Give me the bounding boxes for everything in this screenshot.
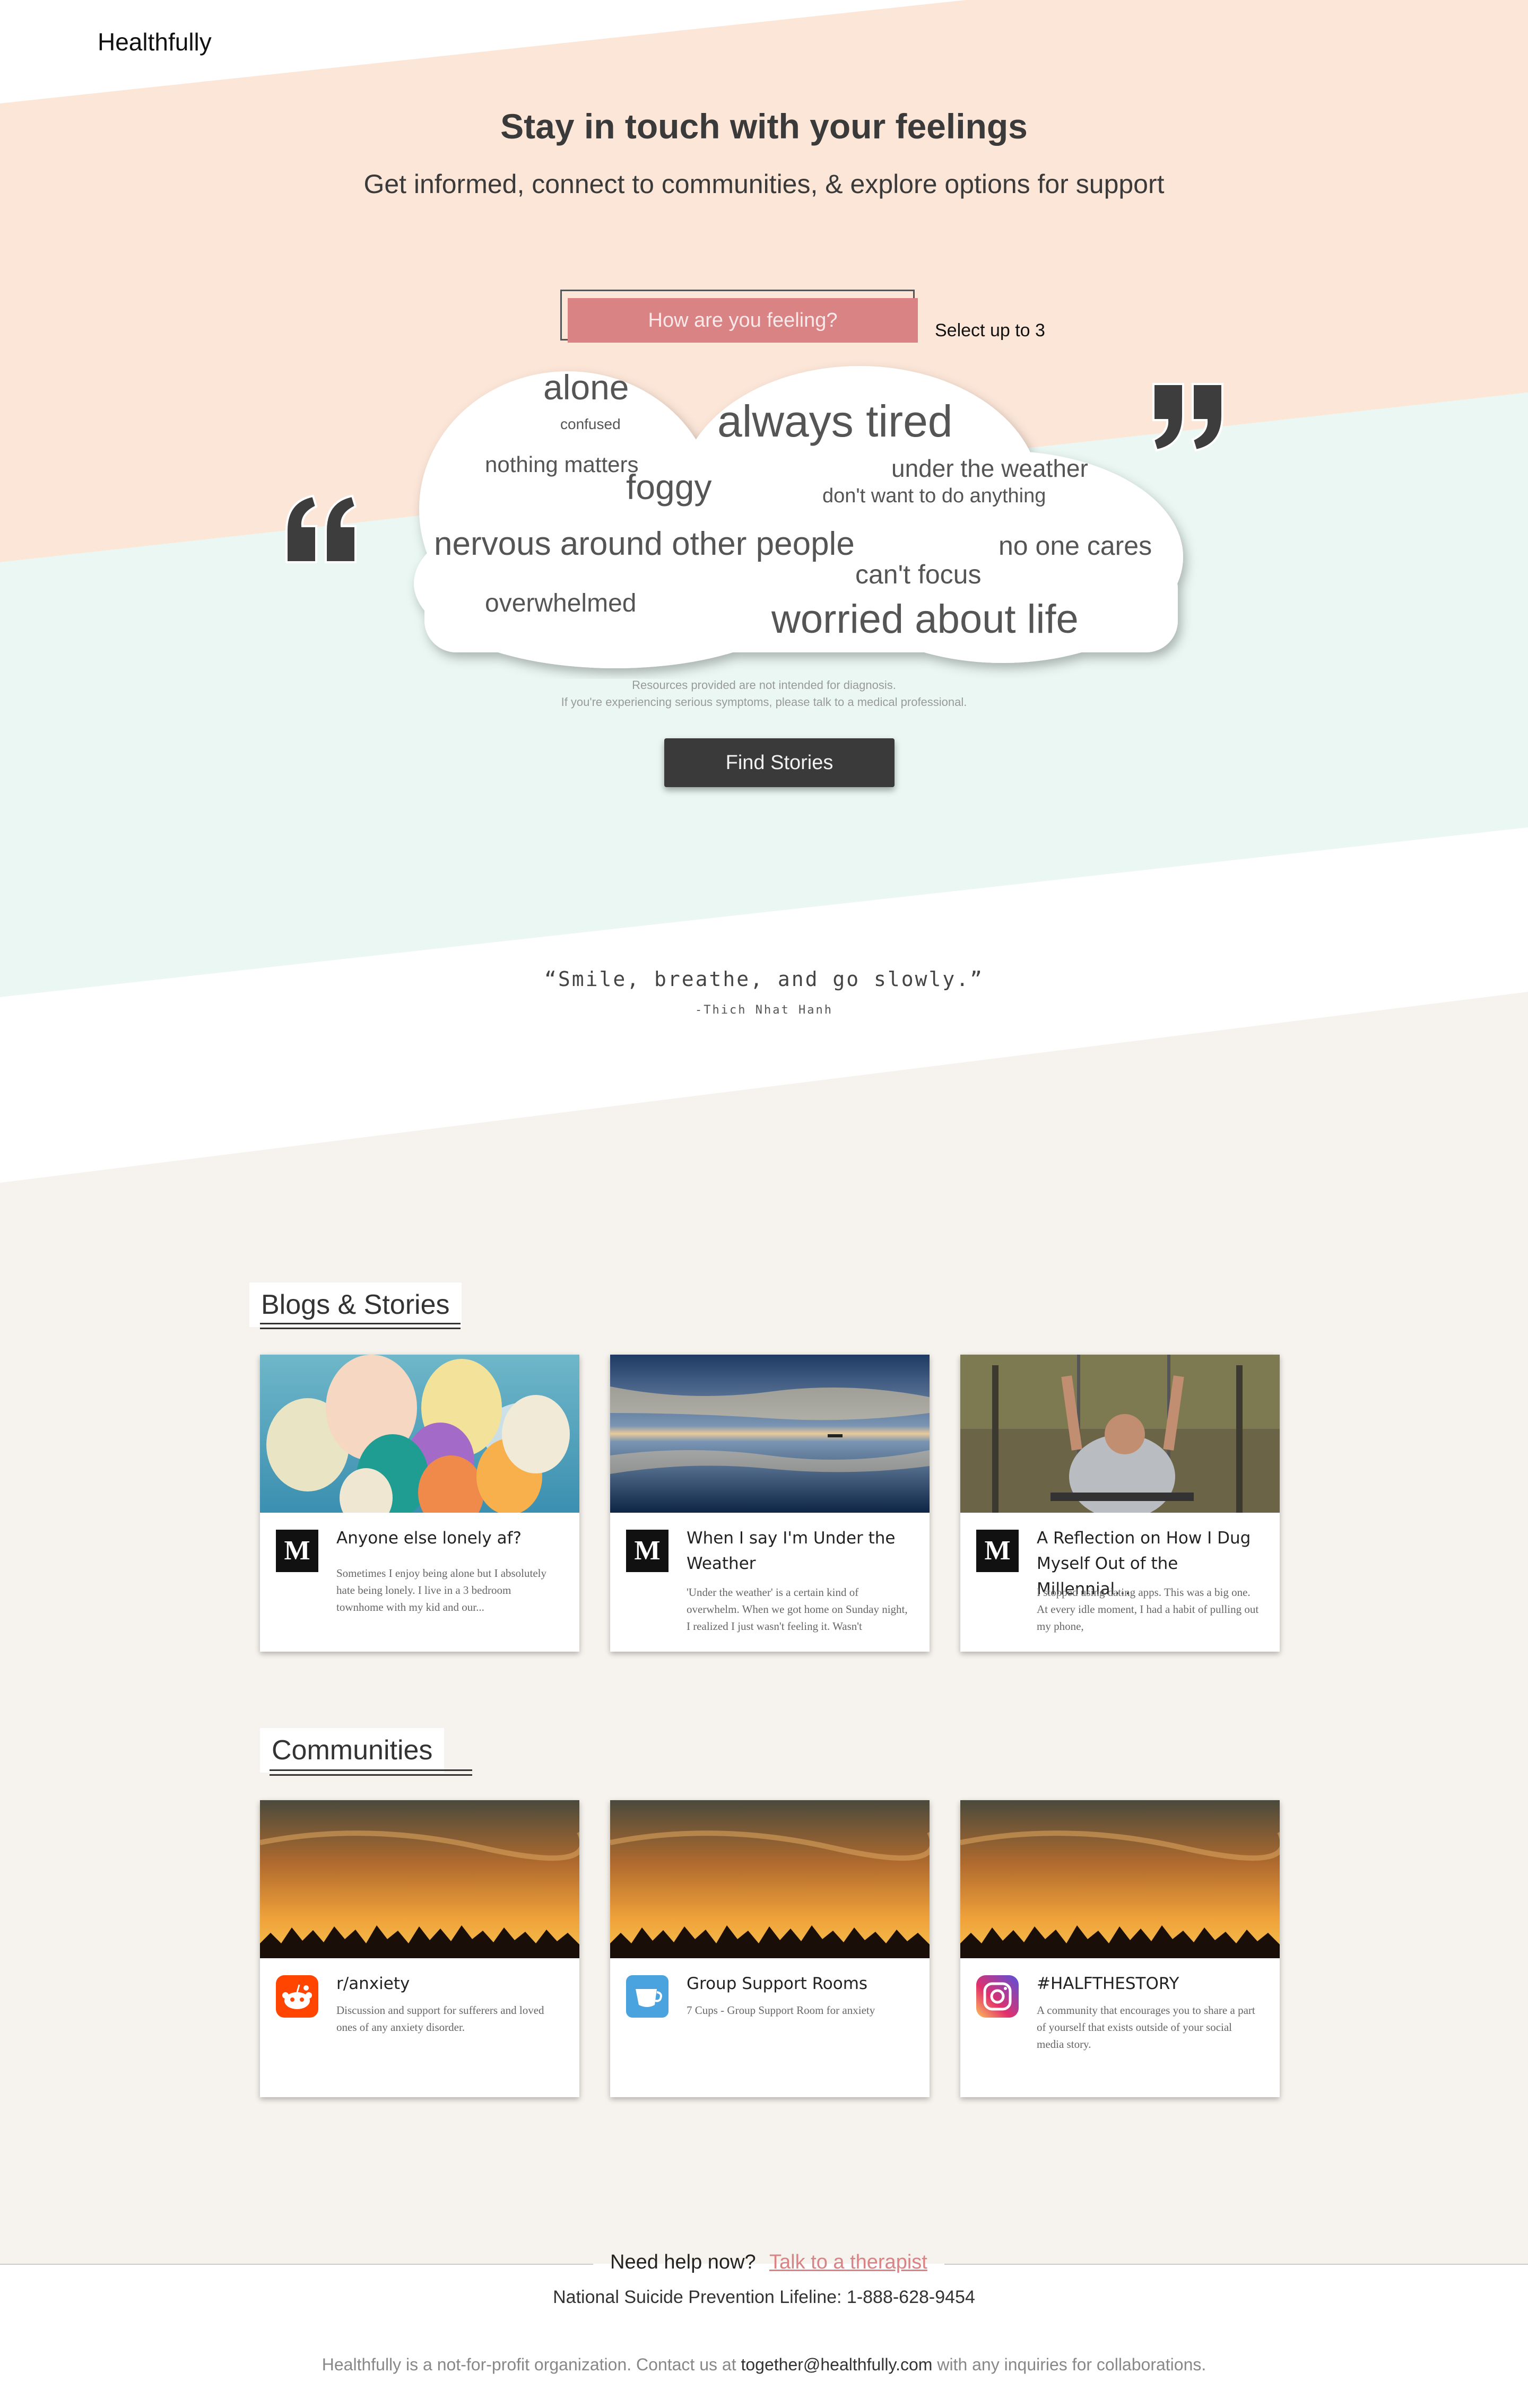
feeling-word[interactable]: always tired [717,396,953,447]
sunset-crowd-image [610,1800,930,1958]
sunset-crowd-image [960,1800,1280,1958]
card-excerpt: I stopped using dating apps. This was a … [1037,1586,1259,1633]
card-title[interactable]: Anyone else lonely af? [336,1525,559,1551]
blogs-heading: Blogs & Stories [249,1282,462,1327]
need-help-label: Need help now? [610,2251,756,2273]
card-title[interactable]: When I say I'm Under the Weather [687,1525,909,1576]
hero-title: Stay in touch with your feelings [500,107,1028,146]
cups-icon [626,1975,668,2018]
feeling-word[interactable]: nothing matters [485,452,639,477]
community-card[interactable]: #HALFTHESTORY A community that encourage… [960,1800,1280,2097]
man-on-swing-image [960,1355,1280,1513]
hero-subtitle: Get informed, connect to communities, & … [363,169,1165,199]
feeling-word[interactable]: don't want to do anything [822,485,1046,508]
blogs-heading-underline [260,1323,461,1329]
community-card[interactable]: r/anxiety Discussion and support for suf… [260,1800,579,2097]
feeling-word[interactable]: under the weather [891,454,1088,483]
how-are-you-feeling-button[interactable]: How are you feeling? [568,298,918,343]
svg-text:M: M [634,1535,660,1566]
communities-heading: Communities [260,1728,445,1773]
reddit-icon [276,1975,318,2018]
suicide-lifeline: National Suicide Prevention Lifeline: 1-… [553,2287,975,2307]
card-title[interactable]: r/anxiety [336,1971,559,1996]
sunset-crowd-image [260,1800,579,1958]
card-title[interactable]: Group Support Rooms [687,1971,909,1996]
medium-icon: M [276,1530,318,1572]
feeling-word[interactable]: can't focus [855,559,981,590]
card-excerpt: Discussion and support for sufferers and… [336,2004,544,2034]
quote-text: “Smile, breathe, and go slowly.” [544,967,984,991]
feeling-word[interactable]: nervous around other people [434,525,855,563]
community-card[interactable]: Group Support Rooms 7 Cups - Group Suppo… [610,1800,930,2097]
blog-card[interactable]: M A Reflection on How I Dug Myself Out o… [960,1355,1280,1652]
org-text-before: Healthfully is a not-for-profit organiza… [322,2355,736,2374]
talk-to-therapist-link[interactable]: Talk to a therapist [769,2251,927,2274]
org-contact-text: Healthfully is a not-for-profit organiza… [0,2355,1528,2375]
footer-divider-right [944,2264,1528,2265]
feeling-word[interactable]: no one cares [999,530,1152,561]
footer-divider-left [0,2264,593,2265]
blog-card[interactable]: M Anyone else lonely af? Sometimes I enj… [260,1355,579,1652]
contact-email-link[interactable]: together@healthfully.com [741,2355,932,2374]
card-excerpt: 'Under the weather' is a certain kind of… [687,1586,908,1633]
communities-heading-underline [270,1769,472,1776]
balloons-image [260,1355,579,1513]
disclaimer-line-1: Resources provided are not intended for … [632,678,896,692]
medium-icon: M [976,1530,1019,1572]
org-text-after: with any inquiries for collaborations. [937,2355,1206,2374]
disclaimer-line-2: If you're experiencing serious symptoms,… [561,695,967,709]
select-limit-note: Select up to 3 [935,320,1045,341]
svg-text:M: M [284,1535,310,1566]
blog-card[interactable]: M When I say I'm Under the Weather 'Unde… [610,1355,930,1652]
quote-author: -Thich Nhat Hanh [695,1004,833,1017]
feeling-word[interactable]: confused [560,416,621,433]
card-excerpt: Sometimes I enjoy being alone but I abso… [336,1567,547,1613]
reflective-water-image [610,1355,930,1513]
feeling-word[interactable]: foggy [626,467,711,507]
feeling-word[interactable]: overwhelmed [485,589,636,618]
feeling-word[interactable]: worried about life [771,596,1079,642]
card-excerpt: A community that encourages you to share… [1037,2004,1255,2051]
brand-logo[interactable]: Healthfully [98,28,212,56]
instagram-icon [976,1975,1019,2018]
card-excerpt: 7 Cups - Group Support Room for anxiety [687,2004,875,2017]
find-stories-button[interactable]: Find Stories [664,738,895,787]
card-title[interactable]: #HALFTHESTORY [1037,1971,1260,1996]
svg-text:M: M [984,1535,1010,1566]
close-quote-icon [1152,383,1223,452]
open-quote-icon [285,494,357,563]
feeling-word[interactable]: alone [543,367,629,407]
medium-icon: M [626,1530,668,1572]
